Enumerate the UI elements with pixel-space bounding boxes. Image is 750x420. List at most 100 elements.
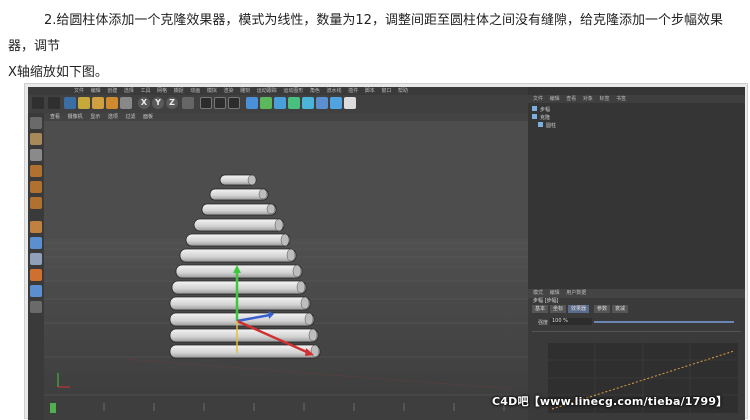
menu-item[interactable]: 窗口 (381, 88, 391, 94)
points-mode-icon[interactable] (30, 165, 42, 177)
subtab-coord[interactable]: 坐标 (550, 305, 567, 313)
recent-tool-icon[interactable] (120, 97, 132, 109)
object-menu-item[interactable]: 对象 (583, 96, 593, 102)
tweak-icon[interactable] (30, 237, 42, 249)
rotate-tool-icon[interactable] (106, 97, 118, 109)
strength-slider[interactable] (594, 321, 734, 323)
viewport-menu-item[interactable]: 显示 (90, 114, 100, 120)
model-mode-icon[interactable] (30, 149, 42, 161)
object-menu-item[interactable]: 书签 (616, 96, 626, 102)
undo-icon[interactable] (32, 97, 44, 109)
make-editable-icon[interactable] (30, 117, 42, 129)
menu-item[interactable]: 选择 (124, 88, 134, 94)
menu-item[interactable]: 捕捉 (174, 88, 184, 94)
menu-item[interactable]: 插件 (348, 88, 358, 94)
z-axis-lock-icon[interactable]: Z (166, 97, 178, 109)
enable-axis-icon[interactable] (30, 221, 42, 233)
attribute-title: 步幅 [步幅] (533, 298, 559, 304)
object-row-cloner[interactable]: 克隆 (532, 114, 550, 122)
menu-item[interactable]: 工具 (140, 88, 150, 94)
object-name: 圆柱 (546, 123, 557, 129)
attribute-menu-item[interactable]: 模式 (533, 290, 543, 296)
menu-item[interactable]: 文件 (74, 88, 84, 94)
left-toolbar (28, 113, 44, 420)
menu-item[interactable]: 网格 (157, 88, 167, 94)
nurbs-icon[interactable] (260, 97, 272, 109)
array-icon[interactable] (288, 97, 300, 109)
menu-item[interactable]: 渲染 (223, 88, 233, 94)
spline-icon[interactable] (274, 97, 286, 109)
menu-item[interactable]: 雕刻 (240, 88, 250, 94)
snap-icon[interactable] (30, 253, 42, 265)
edges-mode-icon[interactable] (30, 181, 42, 193)
scene-icon[interactable] (316, 97, 328, 109)
camera-icon[interactable] (330, 97, 342, 109)
viewport-menu-item[interactable]: 面板 (143, 114, 153, 120)
strength-field[interactable]: 100 % (550, 318, 592, 325)
coordinate-system-icon[interactable] (182, 97, 194, 109)
divider (532, 331, 741, 332)
attribute-menu-item[interactable]: 用户数据 (566, 290, 586, 296)
workplane-icon[interactable] (30, 269, 42, 281)
menu-item[interactable]: 动画 (190, 88, 200, 94)
menu-item[interactable]: 创建 (107, 88, 117, 94)
render-picture-viewer-icon[interactable] (214, 97, 226, 109)
attribute-menu-item[interactable]: 编辑 (550, 290, 560, 296)
move-tool-icon[interactable] (78, 97, 90, 109)
deformer-icon[interactable] (302, 97, 314, 109)
y-axis-lock-icon[interactable]: Y (152, 97, 164, 109)
lock-workplane-icon[interactable] (30, 301, 42, 313)
subtab-effector[interactable]: 效果器 (568, 305, 590, 313)
main-toolbar: X Y Z (28, 95, 528, 113)
menu-item[interactable]: 帮助 (398, 88, 408, 94)
scale-tool-icon[interactable] (92, 97, 104, 109)
3d-viewport[interactable] (44, 121, 528, 401)
object-row-cylinder[interactable]: 圆柱 (538, 122, 556, 130)
timeline[interactable] (44, 401, 528, 420)
article-paragraph: 2.给圆柱体添加一个克隆效果器，模式为线性，数量为12，调整间距至圆柱体之间没有… (8, 8, 743, 86)
subtab-falloff[interactable]: 衰减 (612, 305, 629, 313)
subtab-parameter[interactable]: 参数 (594, 305, 611, 313)
viewport-menu-item[interactable]: 查看 (50, 114, 60, 120)
menu-item[interactable]: 运动跟踪 (257, 88, 277, 94)
viewport-menu-item[interactable]: 选项 (108, 114, 118, 120)
select-tool-icon[interactable] (64, 97, 76, 109)
viewport-menu: 查看 摄像机 显示 选项 过滤 面板 (44, 113, 528, 121)
subtab-basic[interactable]: 基本 (532, 305, 549, 313)
viewport-menu-item[interactable]: 过滤 (125, 114, 135, 120)
object-menu-item[interactable]: 编辑 (550, 96, 560, 102)
right-panel: 文件 编辑 查看 对象 标签 书签 步幅 克隆 圆柱 模式 编辑 用户数据 步幅… (528, 87, 745, 420)
object-menu-item[interactable]: 文件 (533, 96, 543, 102)
article-line-2: X轴缩放如下图。 (8, 65, 108, 80)
object-name: 克隆 (540, 115, 551, 121)
grid-icon[interactable] (30, 285, 42, 297)
menu-item[interactable]: 运动图形 (283, 88, 303, 94)
object-menu-item[interactable]: 标签 (599, 96, 609, 102)
menu-item[interactable]: 角色 (310, 88, 320, 94)
object-row-effector[interactable]: 步幅 (532, 106, 550, 114)
render-view-icon[interactable] (200, 97, 212, 109)
x-axis-lock-icon[interactable]: X (138, 97, 150, 109)
attribute-menu: 模式 编辑 用户数据 (528, 289, 745, 298)
menu-item[interactable]: 流水线 (327, 88, 342, 94)
screenshot-frame: 文件 编辑 创建 选择 工具 网格 捕捉 动画 模拟 渲染 雕刻 运动跟踪 运动… (24, 83, 748, 420)
viewport-scene (44, 121, 528, 401)
object-menu-item[interactable]: 查看 (566, 96, 576, 102)
cinema4d-window: 文件 编辑 创建 选择 工具 网格 捕捉 动画 模拟 渲染 雕刻 运动跟踪 运动… (28, 87, 745, 420)
menu-item[interactable]: 脚本 (365, 88, 375, 94)
menu-item[interactable]: 编辑 (91, 88, 101, 94)
effector-icon (532, 106, 537, 111)
redo-icon[interactable] (48, 97, 60, 109)
texture-mode-icon[interactable] (30, 133, 42, 145)
viewport-menu-item[interactable]: 摄像机 (68, 114, 83, 120)
light-icon[interactable] (344, 97, 356, 109)
article-line-1: 2.给圆柱体添加一个克隆效果器，模式为线性，数量为12，调整间距至圆柱体之间没有… (8, 13, 723, 54)
cube-icon[interactable] (246, 97, 258, 109)
cloner-icon (532, 114, 537, 119)
menu-item[interactable]: 模拟 (207, 88, 217, 94)
object-name: 步幅 (540, 107, 551, 113)
watermark: C4D吧【www.linecg.com/tieba/1799】 (492, 395, 728, 408)
object-manager-menu: 文件 编辑 查看 对象 标签 书签 (528, 95, 745, 103)
polygons-mode-icon[interactable] (30, 197, 42, 209)
render-settings-icon[interactable] (228, 97, 240, 109)
